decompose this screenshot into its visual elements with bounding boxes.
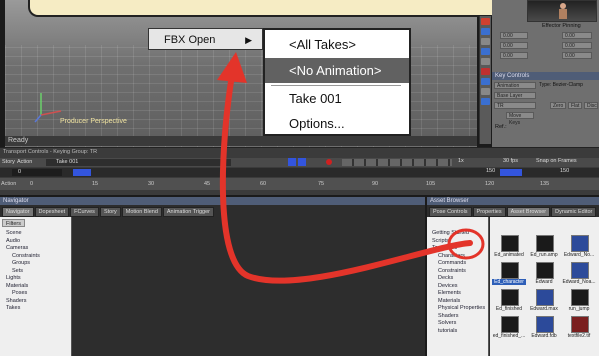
annotation-arrow (217, 52, 485, 284)
